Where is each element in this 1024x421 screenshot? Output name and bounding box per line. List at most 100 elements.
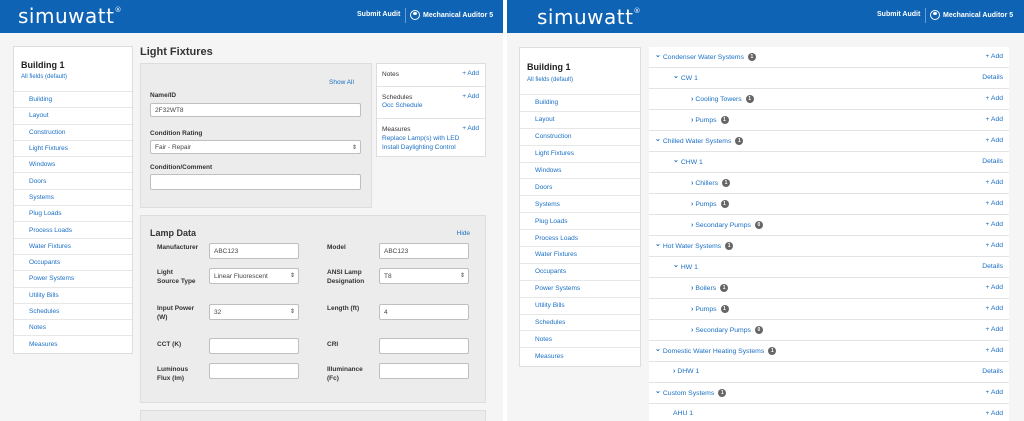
tree-row-label[interactable]: ⌄ CW 1	[673, 72, 698, 82]
tree-row-label[interactable]: ⌄ Condenser Water Systems 1	[655, 52, 756, 61]
illuminance-input[interactable]	[379, 363, 469, 379]
add-button[interactable]: + Add	[985, 305, 1003, 312]
tree-row[interactable]: › Pumps 1 + Add	[649, 110, 1009, 131]
add-button[interactable]: + Add	[985, 347, 1003, 354]
tree-row[interactable]: › Cooling Towers 1 + Add	[649, 89, 1009, 110]
sidebar-item-windows[interactable]: Windows	[14, 156, 132, 172]
luminous-flux-input[interactable]	[209, 363, 299, 379]
sidebar-item-windows[interactable]: Windows	[520, 161, 640, 179]
tree-row[interactable]: ⌄ Custom Systems 1 + Add	[649, 383, 1009, 404]
sidebar-item-construction[interactable]: Construction	[14, 123, 132, 140]
user-menu[interactable]: Mechanical Auditor 5	[930, 10, 1013, 20]
sidebar-item-plug-loads[interactable]: Plug Loads	[520, 212, 640, 229]
tree-row-label[interactable]: ⌄ HW 1	[673, 261, 698, 271]
condition-rating-select[interactable]: Fair - Repair ⇕	[150, 140, 361, 154]
chevron-right-icon[interactable]: ›	[691, 306, 693, 313]
add-button[interactable]: + Add	[985, 53, 1003, 60]
sidebar-item-measures[interactable]: Measures	[520, 347, 640, 364]
tree-row[interactable]: › Pumps 1 + Add	[649, 194, 1009, 215]
tree-row-label[interactable]: › Pumps 1	[691, 116, 729, 124]
sidebar-item-systems[interactable]: Systems	[14, 188, 132, 205]
chevron-right-icon[interactable]: ›	[691, 180, 693, 187]
cri-input[interactable]	[379, 338, 469, 354]
add-button[interactable]: + Add	[985, 95, 1003, 102]
cct-input[interactable]	[209, 338, 299, 354]
add-note-button[interactable]: + Add	[462, 70, 479, 77]
chevron-right-icon[interactable]: ›	[691, 201, 693, 208]
simuwatt-logo[interactable]: simuwatt®	[18, 4, 122, 28]
sidebar-item-process-loads[interactable]: Process Loads	[520, 229, 640, 246]
tree-row[interactable]: ⌄ Chilled Water Systems 1 + Add	[649, 131, 1009, 152]
add-measure-button[interactable]: + Add	[462, 125, 479, 132]
simuwatt-logo[interactable]: simuwatt®	[537, 5, 641, 29]
tree-row-label[interactable]: ⌄ Domestic Water Heating Systems 1	[655, 345, 777, 355]
tree-row-label[interactable]: › DHW 1	[673, 368, 699, 375]
measure-link[interactable]: Install Daylighting Control	[382, 144, 456, 151]
chevron-down-icon[interactable]: ⌄	[655, 345, 661, 353]
sidebar-item-schedules[interactable]: Schedules	[14, 302, 132, 319]
tree-row-label[interactable]: › Boilers 1	[691, 284, 729, 292]
model-input[interactable]: ABC123	[379, 243, 469, 259]
add-button[interactable]: + Add	[985, 284, 1003, 291]
tree-row[interactable]: ⌄ Condenser Water Systems 1 + Add	[649, 47, 1009, 68]
chevron-down-icon[interactable]: ⌄	[655, 240, 661, 248]
tree-row[interactable]: AHU 1 + Add	[649, 404, 1009, 421]
tree-row-label[interactable]: ⌄ CHW 1	[673, 157, 703, 166]
chevron-right-icon[interactable]: ›	[691, 96, 693, 103]
tree-row-label[interactable]: › Secondary Pumps 0	[691, 326, 763, 334]
sidebar-item-layout[interactable]: Layout	[14, 107, 132, 123]
sidebar-item-light-fixtures[interactable]: Light Fixtures	[14, 139, 132, 156]
manufacturer-input[interactable]: ABC123	[209, 243, 299, 259]
add-button[interactable]: + Add	[985, 179, 1003, 186]
sidebar-item-layout[interactable]: Layout	[520, 110, 640, 128]
add-button[interactable]: + Add	[985, 242, 1003, 249]
tree-row[interactable]: › Secondary Pumps 0 + Add	[649, 320, 1009, 341]
tree-row-label[interactable]: › Pumps 1	[691, 200, 729, 208]
hide-lamp-data-link[interactable]: Hide	[457, 230, 470, 237]
sidebar-item-plug-loads[interactable]: Plug Loads	[14, 205, 132, 221]
chevron-right-icon[interactable]: ›	[691, 327, 693, 334]
tree-row[interactable]: › Pumps 1 + Add	[649, 299, 1009, 320]
sidebar-item-water-fixtures[interactable]: Water Fixtures	[520, 246, 640, 263]
submit-audit-link[interactable]: Submit Audit	[357, 11, 400, 18]
sidebar-item-occupants[interactable]: Occupants	[14, 253, 132, 270]
sidebar-item-power-systems[interactable]: Power Systems	[14, 270, 132, 286]
chevron-down-icon[interactable]: ⌄	[673, 72, 679, 80]
details-link[interactable]: Details	[982, 368, 1003, 375]
add-button[interactable]: + Add	[985, 410, 1003, 417]
tree-row-label[interactable]: ⌄ Chilled Water Systems 1	[655, 136, 744, 145]
tree-row-label[interactable]: › Chillers 1	[691, 179, 731, 187]
sidebar-item-construction[interactable]: Construction	[520, 127, 640, 145]
sidebar-item-measures[interactable]: Measures	[14, 335, 132, 351]
submit-audit-link[interactable]: Submit Audit	[877, 11, 920, 18]
tree-row[interactable]: › Chillers 1 + Add	[649, 173, 1009, 194]
chevron-down-icon[interactable]: ⌄	[673, 261, 679, 269]
sidebar-item-notes[interactable]: Notes	[520, 330, 640, 347]
sidebar-item-water-fixtures[interactable]: Water Fixtures	[14, 237, 132, 254]
sidebar-item-utility-bills[interactable]: Utility Bills	[520, 296, 640, 314]
sidebar-item-light-fixtures[interactable]: Light Fixtures	[520, 144, 640, 162]
length-input[interactable]: 4	[379, 304, 469, 320]
tree-row[interactable]: ⌄ CHW 1 Details	[649, 152, 1009, 173]
sidebar-item-doors[interactable]: Doors	[14, 172, 132, 188]
add-button[interactable]: + Add	[985, 326, 1003, 333]
tree-row[interactable]: ⌄ CW 1 Details	[649, 68, 1009, 89]
tree-row-label[interactable]: › Pumps 1	[691, 305, 729, 313]
tree-row[interactable]: ⌄ HW 1 Details	[649, 257, 1009, 278]
tree-row-label[interactable]: › Cooling Towers 1	[691, 95, 754, 103]
sidebar-item-doors[interactable]: Doors	[520, 178, 640, 195]
sidebar-item-power-systems[interactable]: Power Systems	[520, 279, 640, 297]
add-button[interactable]: + Add	[985, 116, 1003, 123]
add-button[interactable]: + Add	[985, 221, 1003, 228]
chevron-right-icon[interactable]: ›	[691, 285, 693, 292]
sidebar-item-building[interactable]: Building	[14, 91, 132, 107]
add-button[interactable]: + Add	[985, 200, 1003, 207]
name-id-input[interactable]: 2F32WT8	[150, 103, 361, 117]
occ-schedule-link[interactable]: Occ Schedule	[382, 102, 422, 109]
tree-row-label[interactable]: › Secondary Pumps 0	[691, 221, 763, 229]
all-fields-link[interactable]: All fields (default)	[527, 77, 573, 83]
measure-link[interactable]: Replace Lamp(s) with LED	[382, 135, 459, 142]
tree-row-label[interactable]: ⌄ Custom Systems 1	[655, 388, 727, 397]
sidebar-item-process-loads[interactable]: Process Loads	[14, 221, 132, 237]
all-fields-link[interactable]: All fields (default)	[21, 74, 67, 80]
